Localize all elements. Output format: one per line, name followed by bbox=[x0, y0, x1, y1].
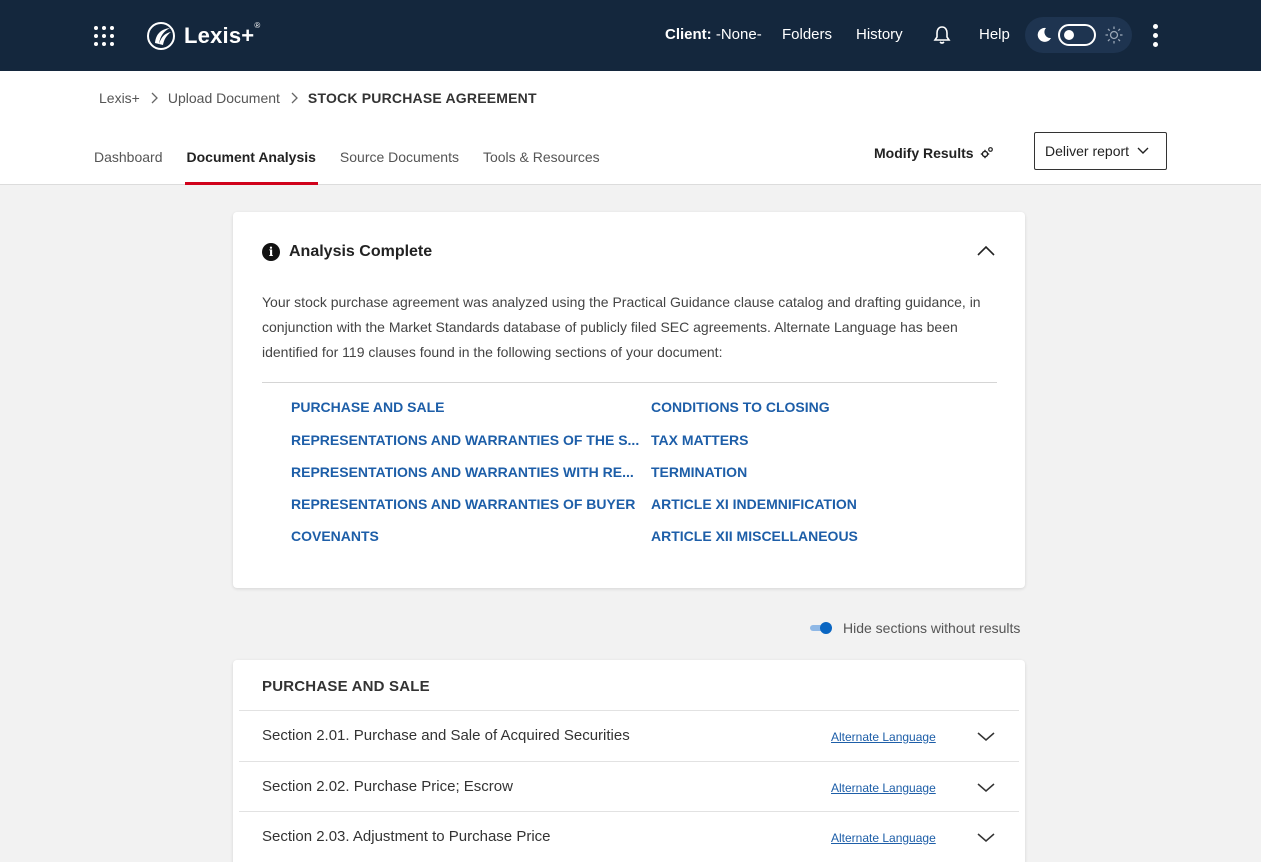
deliver-report-dropdown[interactable]: Deliver report bbox=[1034, 132, 1167, 170]
section-title: Section 2.01. Purchase and Sale of Acqui… bbox=[262, 727, 630, 744]
tab-tools-resources[interactable]: Tools & Resources bbox=[483, 149, 600, 185]
nav-help[interactable]: Help bbox=[979, 26, 1010, 43]
bell-icon[interactable] bbox=[932, 25, 952, 45]
page-subheader: Lexis+ Upload Document STOCK PURCHASE AG… bbox=[0, 71, 1261, 185]
chevron-right-icon bbox=[291, 92, 298, 104]
section-row[interactable]: Section 2.03. Adjustment to Purchase Pri… bbox=[239, 811, 1019, 861]
analysis-complete-card: i Analysis Complete Your stock purchase … bbox=[233, 212, 1025, 588]
section-link[interactable]: PURCHASE AND SALE bbox=[291, 399, 445, 415]
chevron-down-icon[interactable] bbox=[977, 732, 995, 742]
section-link[interactable]: REPRESENTATIONS AND WARRANTIES OF BUYER bbox=[291, 496, 635, 512]
chevron-up-icon[interactable] bbox=[976, 244, 996, 258]
section-link[interactable]: CONDITIONS TO CLOSING bbox=[651, 399, 830, 415]
apps-grid-icon[interactable] bbox=[94, 26, 114, 46]
hide-sections-toggle[interactable] bbox=[810, 622, 832, 634]
gear-icon bbox=[980, 147, 993, 159]
nav-history[interactable]: History bbox=[856, 26, 903, 43]
section-link[interactable]: TERMINATION bbox=[651, 464, 747, 480]
section-link[interactable]: REPRESENTATIONS AND WARRANTIES OF THE S.… bbox=[291, 432, 639, 448]
analysis-title: Analysis Complete bbox=[289, 243, 433, 260]
moon-icon bbox=[1037, 27, 1051, 42]
tab-document-analysis[interactable]: Document Analysis bbox=[184, 149, 319, 185]
tab-bar: Dashboard Document Analysis Source Docum… bbox=[94, 149, 624, 185]
chevron-right-icon bbox=[151, 92, 158, 104]
section-link[interactable]: TAX MATTERS bbox=[651, 432, 748, 448]
hide-sections-label: Hide sections without results bbox=[843, 620, 1021, 636]
section-row[interactable]: Section 2.02. Purchase Price; Escrow Alt… bbox=[239, 761, 1019, 811]
analysis-header: i Analysis Complete bbox=[262, 243, 432, 261]
modify-results-label: Modify Results bbox=[874, 145, 974, 161]
info-icon: i bbox=[262, 243, 280, 261]
chevron-down-icon[interactable] bbox=[977, 783, 995, 793]
top-navigation-bar: Lexis+® Client: -None- Folders History H… bbox=[0, 0, 1261, 71]
chevron-down-icon bbox=[1137, 147, 1149, 154]
section-title: Section 2.02. Purchase Price; Escrow bbox=[262, 778, 513, 795]
alternate-language-link[interactable]: Alternate Language bbox=[831, 831, 936, 845]
alternate-language-link[interactable]: Alternate Language bbox=[831, 730, 936, 744]
breadcrumb-current: STOCK PURCHASE AGREEMENT bbox=[307, 90, 537, 106]
tab-source-documents[interactable]: Source Documents bbox=[340, 149, 459, 185]
sun-icon bbox=[1105, 26, 1123, 44]
kebab-menu-icon[interactable] bbox=[1150, 24, 1162, 48]
results-section-heading: PURCHASE AND SALE bbox=[262, 678, 430, 695]
hide-sections-filter: Hide sections without results bbox=[810, 620, 1020, 636]
section-title: Section 2.03. Adjustment to Purchase Pri… bbox=[262, 828, 551, 845]
tab-dashboard[interactable]: Dashboard bbox=[94, 149, 163, 185]
client-selector[interactable]: Client: -None- bbox=[665, 26, 762, 43]
analysis-summary: Your stock purchase agreement was analyz… bbox=[262, 294, 981, 360]
modify-results-button[interactable]: Modify Results bbox=[874, 145, 994, 161]
nav-folders[interactable]: Folders bbox=[782, 26, 832, 43]
brand-name: Lexis+® bbox=[184, 21, 261, 48]
breadcrumb: Lexis+ Upload Document STOCK PURCHASE AG… bbox=[99, 90, 537, 106]
client-value: -None- bbox=[715, 26, 762, 43]
results-panel: PURCHASE AND SALE Section 2.01. Purchase… bbox=[233, 660, 1025, 862]
lexis-logo-icon bbox=[147, 22, 175, 50]
section-link[interactable]: ARTICLE XI INDEMNIFICATION bbox=[651, 496, 857, 512]
section-link[interactable]: COVENANTS bbox=[291, 528, 379, 544]
section-link[interactable]: REPRESENTATIONS AND WARRANTIES WITH RE..… bbox=[291, 464, 634, 480]
theme-toggle bbox=[1025, 17, 1132, 53]
section-row[interactable]: Section 2.01. Purchase and Sale of Acqui… bbox=[239, 710, 1019, 760]
client-label: Client: bbox=[665, 26, 712, 43]
divider bbox=[262, 382, 997, 383]
breadcrumb-item-lexis[interactable]: Lexis+ bbox=[99, 90, 140, 106]
lexis-logo[interactable]: Lexis+® bbox=[146, 20, 260, 52]
alternate-language-link[interactable]: Alternate Language bbox=[831, 781, 936, 795]
chevron-down-icon[interactable] bbox=[977, 833, 995, 843]
section-link[interactable]: ARTICLE XII MISCELLANEOUS bbox=[651, 528, 858, 544]
dark-mode-switch[interactable] bbox=[1058, 24, 1096, 46]
deliver-report-label: Deliver report bbox=[1045, 143, 1130, 159]
breadcrumb-item-upload[interactable]: Upload Document bbox=[168, 90, 280, 106]
